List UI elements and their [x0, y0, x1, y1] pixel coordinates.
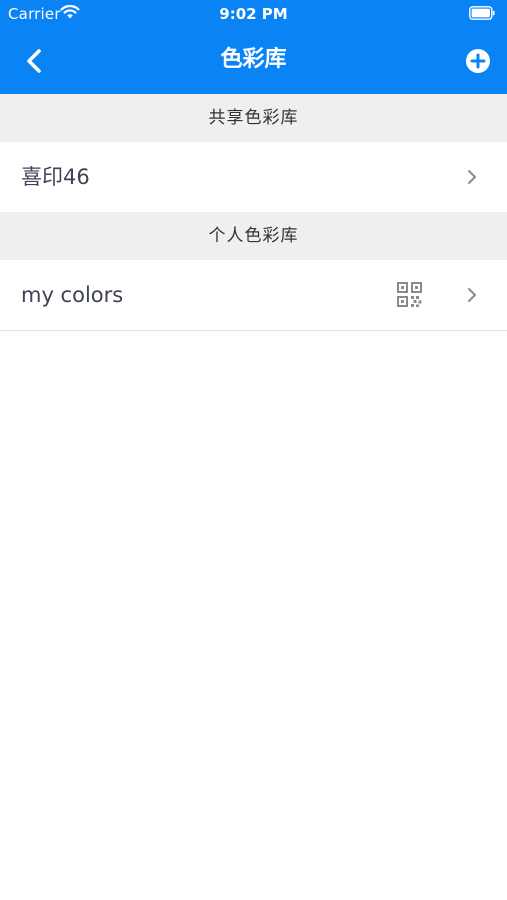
row-divider: [0, 330, 507, 331]
status-bar: Carrier 9:02 PM: [0, 0, 507, 28]
list-item-shared-library[interactable]: 喜印46: [0, 142, 507, 212]
list-item-personal-library[interactable]: my colors: [0, 260, 507, 330]
chevron-right-icon: [468, 288, 476, 302]
plus-circle-icon: [466, 49, 490, 73]
add-button[interactable]: [456, 39, 500, 83]
list-item-label: 喜印46: [21, 165, 90, 189]
list-item-label: my colors: [21, 283, 124, 307]
section-header-shared: 共享色彩库: [0, 94, 507, 142]
battery-icon: [469, 6, 495, 20]
qr-code-icon[interactable]: [397, 282, 423, 308]
section-header-personal: 个人色彩库: [0, 212, 507, 260]
page-title: 色彩库: [220, 47, 287, 72]
top-bar: Carrier 9:02 PM 色彩库: [0, 0, 507, 94]
screen: Carrier 9:02 PM 色彩库 共享色彩库 喜印46 个人色彩库 my …: [0, 0, 507, 900]
chevron-right-icon: [468, 170, 476, 184]
status-time: 9:02 PM: [219, 5, 288, 23]
navigation-bar: 色彩库: [0, 28, 507, 94]
